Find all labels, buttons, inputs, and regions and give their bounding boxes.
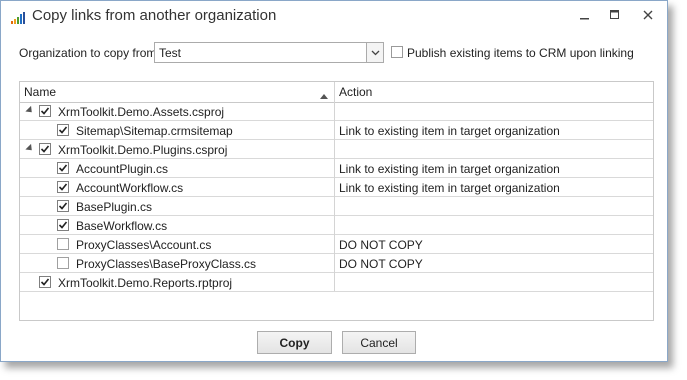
expander-icon[interactable]	[25, 105, 35, 116]
table-row[interactable]: XrmToolkit.Demo.Assets.csproj	[20, 102, 653, 121]
checkmark-icon	[58, 202, 68, 210]
row-name: XrmToolkit.Demo.Assets.csproj	[58, 105, 225, 119]
row-name: ProxyClasses\Account.cs	[76, 238, 212, 252]
checkmark-icon	[58, 164, 68, 172]
items-grid: Name Action XrmToolkit.Demo.Assets.cspro…	[19, 81, 654, 321]
cancel-button[interactable]: Cancel	[342, 331, 416, 354]
table-row[interactable]: Sitemap\Sitemap.crmsitemap Link to existi…	[20, 121, 653, 140]
minimize-icon	[580, 18, 589, 20]
row-checkbox[interactable]	[39, 276, 51, 288]
minimize-button[interactable]	[569, 1, 601, 29]
org-label: Organization to copy from:	[19, 46, 160, 60]
bar-chart-icon	[11, 12, 25, 24]
row-name: Sitemap\Sitemap.crmsitemap	[76, 124, 233, 138]
row-checkbox[interactable]	[39, 105, 51, 117]
table-row[interactable]: XrmToolkit.Demo.Plugins.csproj	[20, 140, 653, 159]
close-icon	[643, 10, 653, 20]
title-bar[interactable]: Copy links from another organization	[1, 1, 667, 33]
row-checkbox[interactable]	[39, 143, 51, 155]
chevron-down-icon	[371, 50, 379, 55]
close-button[interactable]	[629, 1, 667, 29]
dialog-window: Copy links from another organization Org…	[0, 0, 668, 362]
checkmark-icon	[40, 278, 50, 286]
checkmark-icon	[40, 107, 50, 115]
table-row[interactable]: AccountPlugin.cs Link to existing item in…	[20, 159, 653, 178]
row-checkbox[interactable]	[57, 162, 69, 174]
maximize-button[interactable]	[599, 1, 631, 29]
checkmark-icon	[58, 183, 68, 191]
row-action: Link to existing item in target organiza…	[339, 181, 560, 195]
org-selected-value: Test	[159, 46, 182, 60]
dropdown-button[interactable]	[366, 43, 383, 62]
row-name: BasePlugin.cs	[76, 200, 153, 214]
row-checkbox[interactable]	[57, 238, 69, 250]
table-row[interactable]: BaseWorkflow.cs	[20, 216, 653, 235]
row-name: XrmToolkit.Demo.Reports.rptproj	[58, 276, 233, 290]
checkmark-icon	[58, 126, 68, 134]
row-action: Link to existing item in target organiza…	[339, 162, 560, 176]
window-title: Copy links from another organization	[32, 7, 277, 24]
table-row[interactable]: ProxyClasses\Account.cs DO NOT COPY	[20, 235, 653, 254]
maximize-icon	[610, 10, 619, 19]
expander-icon[interactable]	[25, 143, 35, 154]
checkmark-icon	[58, 221, 68, 229]
row-action: Link to existing item in target organiza…	[339, 124, 560, 138]
publish-label: Publish existing items to CRM upon linki…	[407, 46, 634, 60]
row-name: AccountPlugin.cs	[76, 162, 169, 176]
row-name: BaseWorkflow.cs	[76, 219, 168, 233]
grid-header: Name Action	[20, 82, 653, 103]
column-separator	[334, 82, 335, 291]
table-row[interactable]: XrmToolkit.Demo.Reports.rptproj	[20, 273, 653, 292]
column-header-name[interactable]: Name	[24, 85, 56, 99]
row-action: DO NOT COPY	[339, 238, 423, 252]
row-checkbox[interactable]	[57, 219, 69, 231]
table-row[interactable]: BasePlugin.cs	[20, 197, 653, 216]
publish-checkbox[interactable]	[391, 46, 403, 58]
table-row[interactable]: AccountWorkflow.cs Link to existing item …	[20, 178, 653, 197]
sort-ascending-icon	[320, 88, 328, 102]
column-header-action[interactable]: Action	[339, 85, 372, 99]
row-checkbox[interactable]	[57, 124, 69, 136]
row-checkbox[interactable]	[57, 181, 69, 193]
row-name: ProxyClasses\BaseProxyClass.cs	[76, 257, 257, 271]
org-dropdown[interactable]: Test	[154, 42, 384, 63]
row-name: AccountWorkflow.cs	[76, 181, 184, 195]
row-checkbox[interactable]	[57, 257, 69, 269]
table-row[interactable]: ProxyClasses\BaseProxyClass.cs DO NOT COP…	[20, 254, 653, 273]
row-checkbox[interactable]	[57, 200, 69, 212]
row-action: DO NOT COPY	[339, 257, 423, 271]
checkmark-icon	[40, 145, 50, 153]
copy-button[interactable]: Copy	[257, 331, 332, 354]
row-name: XrmToolkit.Demo.Plugins.csproj	[58, 143, 228, 157]
